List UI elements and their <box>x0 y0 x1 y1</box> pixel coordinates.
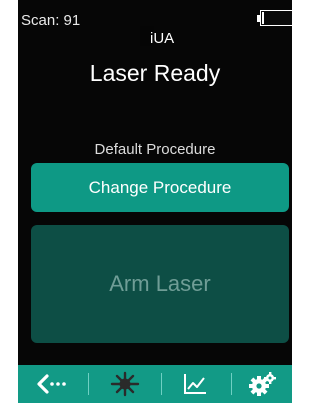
gears-icon <box>249 372 276 396</box>
arm-laser-button[interactable]: Arm Laser <box>31 225 289 343</box>
line-chart-icon <box>184 374 206 394</box>
laser-status-title: Laser Ready <box>89 60 221 86</box>
battery-indicator: Li <box>257 10 292 26</box>
battery-type-label: Li <box>291 11 292 25</box>
nav-separator <box>88 373 89 395</box>
back-arrow-icon <box>37 374 66 394</box>
laser-button[interactable] <box>94 365 156 403</box>
change-procedure-label: Change Procedure <box>88 177 232 197</box>
back-button[interactable] <box>22 365 84 403</box>
current-procedure-label: Default Procedure <box>94 141 216 158</box>
battery-level <box>262 12 264 24</box>
arm-laser-label: Arm Laser <box>109 271 211 296</box>
settings-button[interactable] <box>232 365 292 403</box>
bottom-navbar <box>18 365 292 403</box>
laser-burst-icon <box>110 371 140 397</box>
scan-count: Scan: 91 <box>21 12 81 29</box>
battery-terminal <box>257 15 261 22</box>
device-name: iUA <box>150 30 175 47</box>
change-procedure-button[interactable]: Change Procedure <box>31 163 289 212</box>
nav-separator <box>161 373 162 395</box>
device-screen: Scan: 91 Li iUA Laser Ready Default Proc… <box>18 0 292 403</box>
charts-button[interactable] <box>164 365 226 403</box>
